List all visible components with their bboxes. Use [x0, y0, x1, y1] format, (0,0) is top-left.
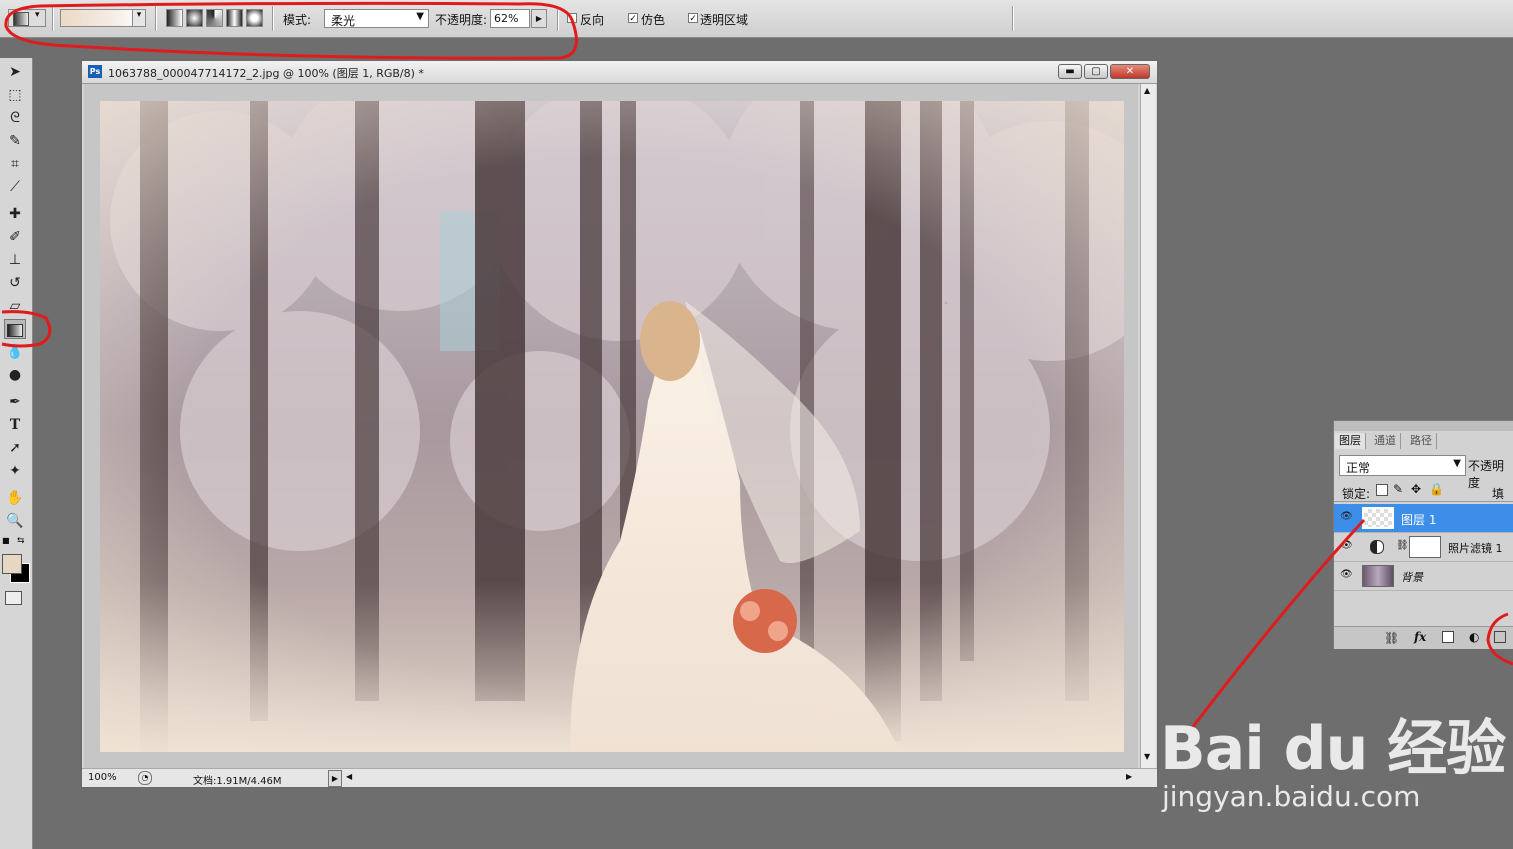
- watermark-url: jingyan.baidu.com: [1162, 780, 1421, 813]
- baidu-jingyan-logo: Bai du 经验: [1160, 714, 1506, 784]
